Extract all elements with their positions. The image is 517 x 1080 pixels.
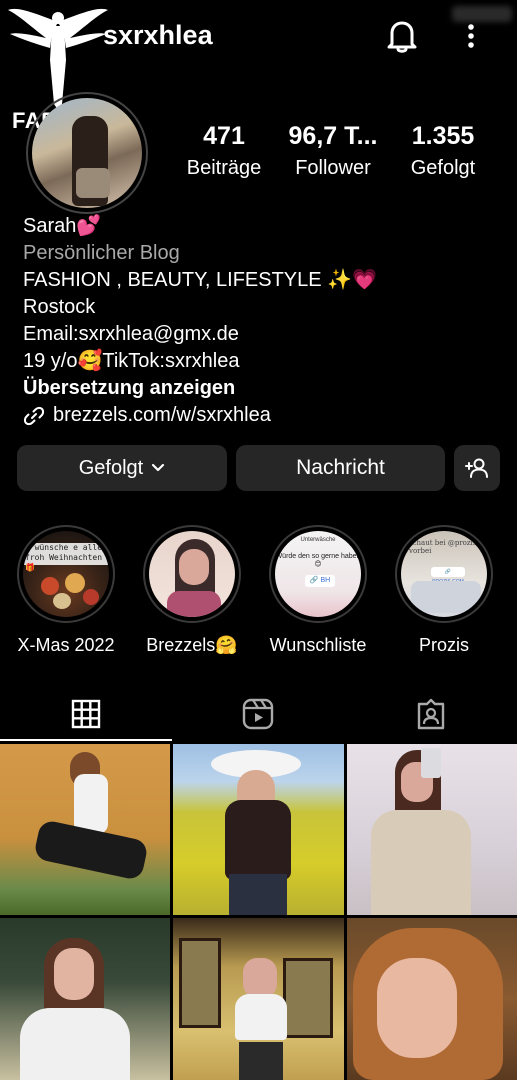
message-button[interactable]: Nachricht: [236, 445, 445, 491]
grid-post[interactable]: [347, 918, 517, 1080]
profile-name: Sarah💕: [23, 215, 102, 237]
highlight-overlay-text: Unterwäsche: [300, 537, 336, 543]
profile-tabs: [0, 686, 517, 742]
bio-line: Email:sxrxhlea@gmx.de: [23, 323, 239, 345]
grid-post[interactable]: [173, 744, 344, 915]
grid-post[interactable]: [0, 744, 170, 915]
tab-tagged[interactable]: [345, 686, 517, 742]
highlight-label: Prozis: [418, 635, 469, 655]
highlight-prozis[interactable]: schaut bei @prozis vorbei 🔗 PROZIS.COM P…: [394, 525, 494, 656]
highlight-cover: [149, 531, 235, 617]
highlight-overlay-text-2: Würde den so gerne haben 😊: [275, 553, 361, 568]
grid-icon: [71, 699, 101, 729]
link-icon: [23, 406, 45, 425]
stat-followers[interactable]: 96,7 T... Follower: [273, 122, 393, 180]
avatar-photo: [32, 98, 142, 208]
message-label: Nachricht: [296, 456, 385, 479]
grid-post[interactable]: [347, 744, 517, 915]
tab-posts-grid[interactable]: [0, 686, 172, 742]
blurred-area: [452, 6, 512, 22]
bio-line: Rostock: [23, 296, 96, 318]
highlight-brezzels[interactable]: Brezzels🤗: [142, 525, 242, 656]
followers-count: 96,7 T...: [288, 122, 378, 150]
translate-link[interactable]: Übersetzung anzeigen: [23, 375, 503, 402]
chevron-down-icon: [152, 463, 165, 472]
posts-grid: [0, 744, 517, 1080]
bio-line: FASHION , BEAUTY, LIFESTYLE ✨💗: [23, 269, 377, 291]
grid-post[interactable]: [173, 918, 344, 1080]
highlight-label: X-Mas 2022: [17, 635, 115, 655]
highlight-wishlist[interactable]: Unterwäsche Würde den so gerne haben 😊 🔗…: [268, 525, 368, 656]
bio-line: 19 y/o🥰TikTok:sxrxhlea: [23, 350, 240, 372]
more-vertical-icon[interactable]: [458, 22, 484, 52]
suggest-users-button[interactable]: [454, 445, 500, 491]
posts-label: Beiträge: [186, 157, 262, 179]
profile-category: Persönlicher Blog: [23, 242, 180, 264]
highlight-cover: schaut bei @prozis vorbei 🔗 PROZIS.COM: [401, 531, 487, 617]
stat-following[interactable]: 1.355 Gefolgt: [383, 122, 503, 180]
grid-post[interactable]: [0, 918, 170, 1080]
bio-link[interactable]: brezzels.com/w/sxrxhlea: [23, 402, 503, 429]
following-count: 1.355: [411, 122, 475, 150]
highlight-cover: Unterwäsche Würde den so gerne haben 😊 🔗…: [275, 531, 361, 617]
profile-avatar[interactable]: [26, 92, 148, 214]
highlight-cover: n wünsche e allen froh Weihnachten 🎁: [23, 531, 109, 617]
highlight-xmas[interactable]: n wünsche e allen froh Weihnachten 🎁 X-M…: [16, 525, 116, 656]
bell-icon[interactable]: [385, 18, 419, 54]
highlight-overlay-link: 🔗 BH: [305, 575, 335, 587]
tab-reels[interactable]: [172, 686, 344, 742]
profile-bio: Sarah💕 Persönlicher Blog FASHION , BEAUT…: [23, 213, 503, 429]
highlight-label: Wunschliste: [269, 635, 367, 655]
top-bar: FAPEZA sxrxhlea: [0, 0, 517, 133]
following-label: Gefolgt: [410, 157, 476, 179]
highlight-label: Brezzels🤗: [146, 635, 238, 655]
posts-count: 471: [203, 122, 245, 150]
stat-posts[interactable]: 471 Beiträge: [164, 122, 284, 180]
active-tab-indicator: [0, 739, 172, 741]
followers-label: Follower: [295, 157, 371, 179]
highlight-overlay-text: schaut bei @prozis vorbei: [409, 539, 477, 555]
following-label: Gefolgt: [78, 456, 144, 479]
bio-link-text: brezzels.com/w/sxrxhlea: [53, 404, 271, 426]
profile-username[interactable]: sxrxhlea: [103, 20, 213, 51]
highlight-overlay-text: n wünsche e allen froh Weihnachten 🎁: [25, 543, 107, 572]
reels-icon: [242, 698, 274, 730]
tagged-icon: [417, 698, 445, 730]
add-person-icon: [465, 458, 488, 478]
highlight-overlay-link: 🔗 PROZIS.COM: [431, 567, 465, 585]
following-button[interactable]: Gefolgt: [17, 445, 227, 491]
